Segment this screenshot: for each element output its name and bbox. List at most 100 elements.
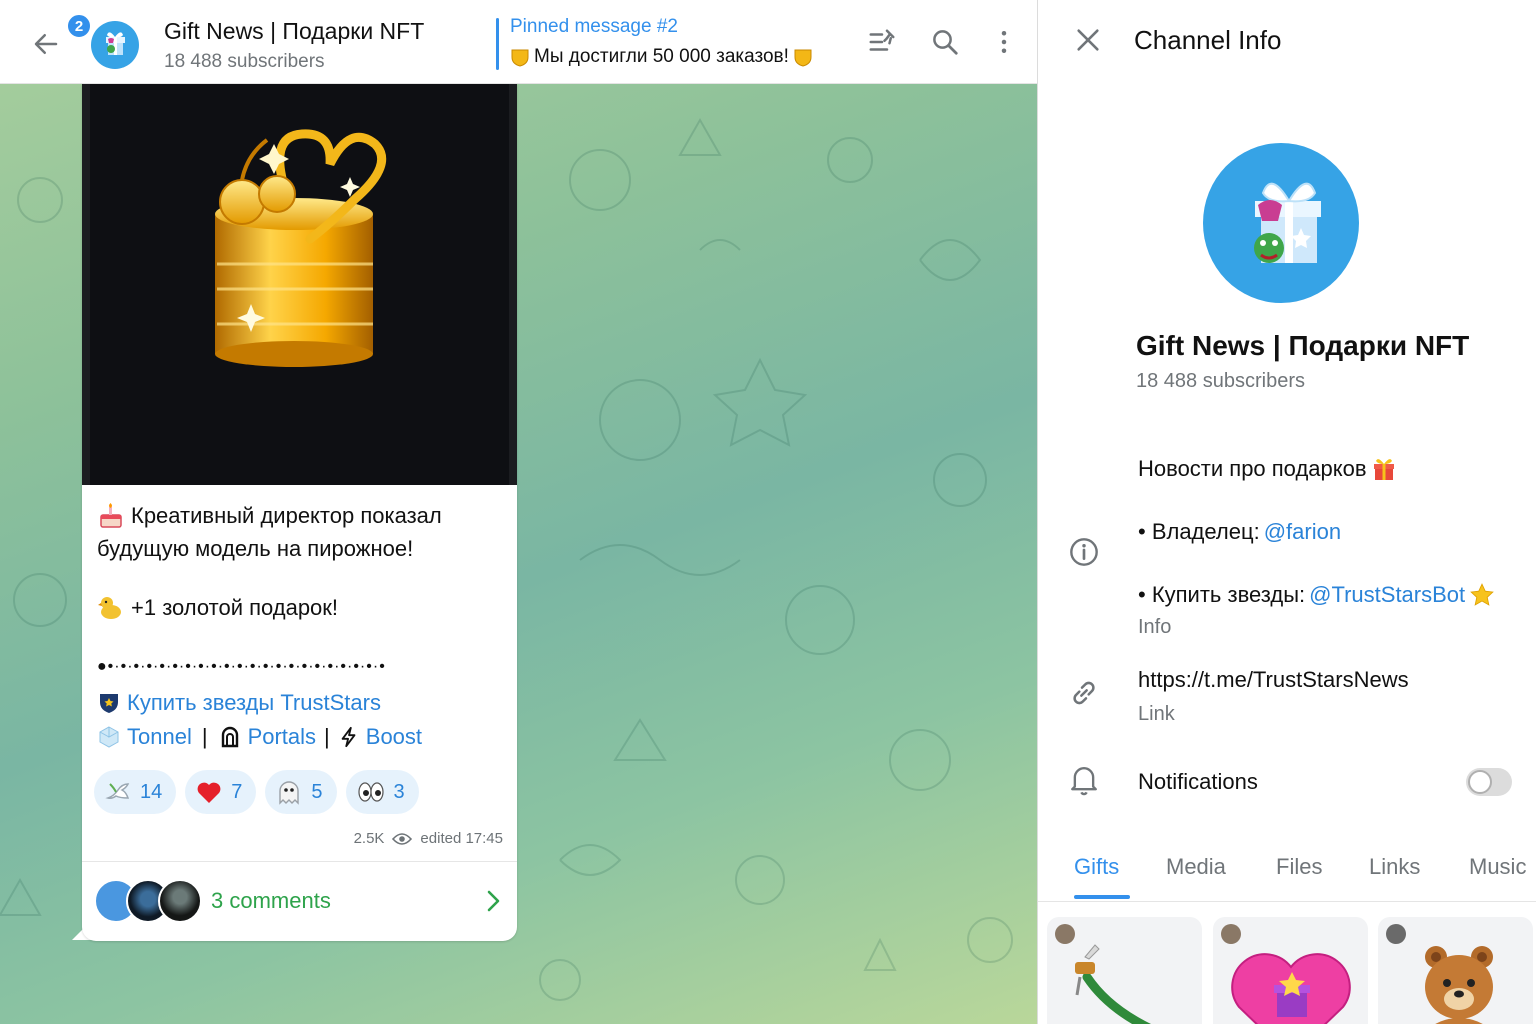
- buy-bot-link[interactable]: @TrustStarsBot: [1309, 582, 1465, 608]
- bell-icon: [1071, 767, 1097, 796]
- post-text-line-2: будущую модель на пирожное!: [97, 536, 414, 561]
- close-icon: [1077, 29, 1099, 51]
- tab-files[interactable]: Files: [1276, 854, 1322, 880]
- pin-list-icon: [869, 29, 895, 51]
- notifications-label: Notifications: [1138, 769, 1258, 794]
- tonnel-link[interactable]: Tonnel: [127, 724, 192, 750]
- description-text: Новости про подарков: [1138, 456, 1367, 481]
- police-badge-emoji-icon: [100, 694, 118, 713]
- reaction-count: 3: [393, 780, 405, 803]
- link-separator: |: [201, 724, 208, 749]
- reactions-bar: 14 7 5 3: [94, 770, 419, 814]
- more-menu-button[interactable]: [984, 22, 1024, 62]
- lightning-icon: [341, 726, 356, 748]
- channel-description: Новости про подарков: [1138, 456, 1397, 482]
- edited-time: edited 17:45: [420, 830, 503, 847]
- reaction-heart[interactable]: 7: [185, 770, 257, 814]
- comments-label: 3 comments: [211, 888, 331, 913]
- notifications-toggle[interactable]: [1466, 768, 1512, 796]
- gift-box-icon: [1254, 182, 1321, 263]
- post-text-line-3: +1 золотой подарок!: [97, 594, 338, 622]
- pinned-message[interactable]: Pinned message #2 Мы достигли 50 000 зак…: [496, 14, 846, 72]
- comments-button[interactable]: 3 comments: [82, 861, 517, 941]
- notifications-row-icon: [1066, 762, 1102, 798]
- post-image[interactable]: [82, 84, 517, 485]
- ice-cube-emoji-icon: [99, 726, 119, 748]
- search-button[interactable]: [925, 22, 965, 62]
- panel-title: Channel Info: [1134, 25, 1282, 55]
- info-icon: [1070, 538, 1098, 566]
- heart-icon: [197, 782, 221, 803]
- gift-card-hookah[interactable]: [1047, 917, 1202, 1024]
- tab-media[interactable]: Media: [1166, 854, 1226, 880]
- decorative-divider: ●•·•·•·•·•·•·•·•·•·•·•·•·•·•·•·•·•·•·•·•…: [97, 658, 386, 675]
- tab-gifts[interactable]: Gifts: [1074, 854, 1119, 880]
- owner-prefix: • Владелец:: [1138, 519, 1260, 544]
- channel-post: Креативный директор показал будущую моде…: [82, 84, 517, 941]
- avatar: [1055, 924, 1075, 944]
- pinned-list-button[interactable]: [862, 22, 902, 62]
- cake-emoji-icon: [100, 503, 122, 528]
- channel-link[interactable]: https://t.me/TrustStarsNews: [1138, 667, 1409, 693]
- link-caption: Link: [1138, 703, 1175, 725]
- channel-name: Gift News | Подарки NFT: [1136, 330, 1470, 361]
- tab-links[interactable]: Links: [1369, 854, 1420, 880]
- back-button[interactable]: [28, 26, 64, 62]
- boost-link[interactable]: Boost: [366, 724, 422, 750]
- unread-badge: 2: [66, 13, 92, 39]
- info-caption: Info: [1138, 616, 1172, 638]
- gift-emoji-icon: [1373, 459, 1394, 480]
- pinned-label: Pinned message #2: [510, 16, 678, 37]
- reaction-count: 5: [311, 780, 323, 803]
- owner-handle-link[interactable]: @farion: [1264, 519, 1341, 545]
- reaction-dove[interactable]: 14: [94, 770, 177, 814]
- channel-avatar-large[interactable]: [1203, 143, 1359, 303]
- gift-card-heart[interactable]: [1213, 917, 1368, 1024]
- avatar: [1221, 924, 1241, 944]
- star-emoji-icon: [1470, 583, 1494, 606]
- eyes-icon: [357, 782, 384, 802]
- post-link-row-2: Tonnel | Portals | Boost: [97, 724, 422, 750]
- avatar: [158, 879, 202, 923]
- channel-title[interactable]: Gift News | Подарки NFT: [164, 18, 424, 45]
- post-text-line-1: Креативный директор показал: [97, 502, 442, 530]
- gift-card-teddy-bear[interactable]: [1378, 917, 1533, 1024]
- media-tabs: Gifts Media Files Links Music: [1038, 846, 1536, 902]
- channel-avatar[interactable]: [91, 21, 139, 69]
- portals-arch-icon: [221, 726, 238, 748]
- reaction-count: 14: [140, 780, 163, 803]
- chat-area: 2 Gift News | Подарки NFT 18 488 subscri…: [0, 0, 1037, 1024]
- chevron-right-icon: [487, 890, 500, 912]
- portals-link[interactable]: Portals: [248, 724, 316, 750]
- reaction-eyes[interactable]: 3: [345, 770, 419, 814]
- avatar: [1386, 924, 1406, 944]
- info-row-icon: [1066, 534, 1102, 570]
- link-row-icon: [1066, 675, 1102, 711]
- buy-stars-link[interactable]: Купить звезды TrustStars: [127, 690, 381, 716]
- ghost-icon: [279, 781, 300, 805]
- tab-music[interactable]: Music: [1469, 854, 1526, 880]
- link-icon: [1073, 681, 1095, 705]
- channel-subscribers: 18 488 subscribers: [164, 51, 325, 72]
- arrow-left-icon: [34, 34, 58, 54]
- close-button[interactable]: [1070, 22, 1106, 58]
- pinned-text: Мы достигли 50 000 заказов!: [534, 46, 789, 67]
- channel-subscribers: 18 488 subscribers: [1136, 370, 1305, 392]
- post-text-3: +1 золотой подарок!: [131, 595, 339, 620]
- reaction-count: 7: [231, 780, 243, 803]
- owner-line: • Владелец: @farion: [1138, 519, 1341, 545]
- pinned-text-row: Мы достигли 50 000 заказов!: [510, 46, 846, 68]
- golden-cake-image: [82, 84, 517, 485]
- post-meta: 2.5K edited 17:45: [354, 830, 503, 847]
- post-link-row-1: Купить звезды TrustStars: [97, 690, 381, 716]
- channel-info-panel: Channel Info Gift News | Подарки NFT 18 …: [1037, 0, 1536, 1024]
- more-vertical-icon: [1001, 31, 1007, 53]
- shield-emoji-icon: [511, 49, 529, 67]
- gift-box-icon: [106, 32, 125, 55]
- chat-header: 2 Gift News | Подарки NFT 18 488 subscri…: [0, 0, 1037, 84]
- reaction-ghost[interactable]: 5: [265, 770, 337, 814]
- shield-emoji-icon: [794, 49, 812, 67]
- buy-stars-line: • Купить звезды: @TrustStarsBot: [1138, 582, 1495, 608]
- buy-prefix: • Купить звезды:: [1138, 582, 1306, 607]
- view-count: 2.5K: [353, 830, 385, 847]
